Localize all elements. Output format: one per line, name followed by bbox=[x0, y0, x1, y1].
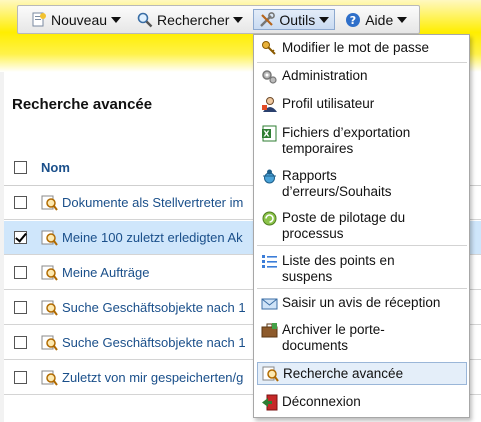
row-link[interactable]: Zuletzt von mir gespeicherten/g bbox=[62, 370, 243, 385]
column-header-name[interactable]: Nom bbox=[41, 160, 70, 175]
row-checkbox[interactable] bbox=[14, 266, 27, 279]
key-icon bbox=[261, 40, 278, 57]
help-menu-button[interactable]: ? Aide bbox=[339, 9, 413, 30]
menu-item-label: Poste de pilotage du bbox=[282, 210, 406, 225]
row-checkbox[interactable] bbox=[14, 336, 27, 349]
menu-item-label: Recherche avancée bbox=[283, 365, 404, 381]
logout-icon bbox=[261, 394, 278, 411]
menu-separator bbox=[257, 288, 467, 289]
menu-item-user-profile[interactable]: Profil utilisateur bbox=[257, 96, 467, 113]
list-icon bbox=[261, 253, 278, 270]
chevron-down-icon bbox=[233, 16, 244, 23]
row-link[interactable]: Meine 100 zuletzt erledigten Ak bbox=[62, 230, 243, 245]
menu-separator bbox=[257, 245, 467, 246]
new-menu-button[interactable]: Nouveau bbox=[25, 9, 127, 30]
menu-item-text: Poste de pilotage du processus bbox=[282, 210, 405, 242]
menu-item-label-line2: suspens bbox=[282, 269, 333, 284]
search-menu-label: Rechercher bbox=[157, 11, 230, 28]
help-menu-label: Aide bbox=[365, 11, 394, 28]
menu-item-label: Profil utilisateur bbox=[282, 96, 375, 111]
row-checkbox[interactable] bbox=[14, 371, 27, 384]
search-query-icon bbox=[41, 369, 58, 386]
menu-item-label-line2: temporaires bbox=[282, 141, 354, 156]
envelope-icon bbox=[261, 295, 278, 312]
search-query-icon bbox=[41, 194, 58, 211]
row-link[interactable]: Meine Aufträge bbox=[62, 265, 149, 280]
search-query-icon bbox=[41, 299, 58, 316]
new-menu-label: Nouveau bbox=[51, 11, 108, 28]
menu-item-text: Archiver le porte- documents bbox=[282, 322, 385, 354]
chevron-down-icon bbox=[397, 16, 408, 23]
menu-item-archive-briefcase[interactable]: Archiver le porte- documents bbox=[257, 322, 467, 354]
cockpit-icon bbox=[261, 210, 278, 227]
page-title: Recherche avancée bbox=[12, 96, 153, 113]
menu-item-pending-list[interactable]: Liste des points en suspens bbox=[257, 253, 467, 285]
tools-icon bbox=[259, 11, 276, 28]
menu-item-label: Modifier le mot de passe bbox=[282, 40, 430, 55]
chevron-down-icon bbox=[319, 16, 330, 23]
row-checkbox[interactable] bbox=[14, 196, 27, 209]
menu-separator bbox=[257, 62, 467, 63]
menu-item-label: Administration bbox=[282, 68, 368, 83]
menu-item-label: Fichiers d’exportation bbox=[282, 125, 411, 140]
magnifier-icon bbox=[137, 12, 153, 28]
search-query-icon bbox=[41, 264, 58, 281]
briefcase-icon bbox=[261, 322, 278, 339]
menu-item-advanced-search[interactable]: Recherche avancée bbox=[257, 362, 467, 385]
row-link[interactable]: Suche Geschäftsobjekte nach 1 bbox=[62, 300, 246, 315]
menu-item-label: Déconnexion bbox=[282, 394, 361, 409]
chevron-down-icon bbox=[111, 16, 122, 23]
menu-item-label: Archiver le porte- bbox=[282, 322, 385, 337]
row-link[interactable]: Dokumente als Stellvertreter im bbox=[62, 195, 243, 210]
row-checkbox[interactable] bbox=[14, 231, 27, 244]
search-query-icon bbox=[41, 229, 58, 246]
svg-text:?: ? bbox=[350, 14, 356, 27]
advanced-search-icon bbox=[262, 365, 279, 382]
row-checkbox[interactable] bbox=[14, 301, 27, 314]
bug-icon bbox=[261, 168, 278, 185]
help-icon: ? bbox=[345, 12, 361, 28]
menu-item-text: Fichiers d’exportation temporaires bbox=[282, 125, 410, 157]
menu-item-error-reports[interactable]: Rapports d’erreurs/Souhaits bbox=[257, 168, 467, 200]
menu-item-acknowledgement[interactable]: Saisir un avis de réception bbox=[257, 295, 467, 312]
excel-icon: X bbox=[261, 125, 278, 142]
menu-item-label: Rapports bbox=[282, 168, 337, 183]
gears-icon bbox=[261, 68, 278, 85]
menu-item-text: Rapports d’erreurs/Souhaits bbox=[282, 168, 392, 200]
tools-dropdown-menu: Modifier le mot de passe Administration … bbox=[253, 34, 470, 418]
user-profile-icon bbox=[261, 96, 278, 113]
new-document-icon bbox=[31, 12, 47, 28]
menu-item-change-password[interactable]: Modifier le mot de passe bbox=[257, 40, 467, 57]
menu-item-label: Saisir un avis de réception bbox=[282, 295, 441, 310]
menu-item-temp-export-files[interactable]: X Fichiers d’exportation temporaires bbox=[257, 125, 467, 157]
main-toolbar: Nouveau Rechercher Outils ? Aide bbox=[17, 5, 420, 34]
tools-menu-label: Outils bbox=[279, 11, 316, 28]
tools-menu-button[interactable]: Outils bbox=[253, 9, 336, 30]
menu-item-label-line2: processus bbox=[282, 226, 344, 241]
menu-item-label-line2: documents bbox=[282, 338, 349, 353]
menu-item-label: Liste des points en bbox=[282, 253, 395, 268]
menu-item-text: Liste des points en suspens bbox=[282, 253, 395, 285]
menu-item-label-line2: d’erreurs/Souhaits bbox=[282, 184, 392, 199]
menu-item-process-cockpit[interactable]: Poste de pilotage du processus bbox=[257, 210, 467, 242]
search-menu-button[interactable]: Rechercher bbox=[131, 9, 249, 30]
menu-item-administration[interactable]: Administration bbox=[257, 68, 467, 85]
search-query-icon bbox=[41, 334, 58, 351]
menu-item-logout[interactable]: Déconnexion bbox=[257, 394, 467, 411]
svg-text:X: X bbox=[263, 130, 270, 139]
select-all-checkbox[interactable] bbox=[14, 161, 27, 174]
row-link[interactable]: Suche Geschäftsobjekte nach 1 bbox=[62, 335, 246, 350]
